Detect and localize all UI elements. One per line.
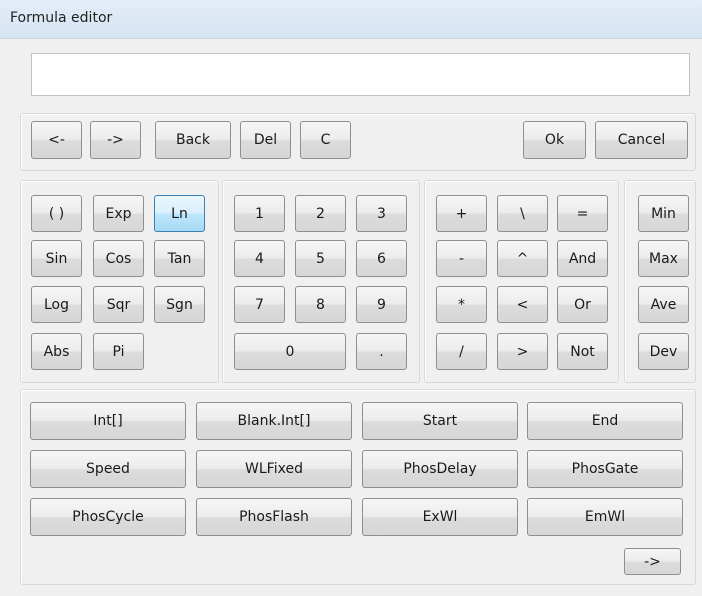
and-button[interactable]: And xyxy=(557,240,608,277)
digit-3-button[interactable]: 3 xyxy=(356,195,407,232)
greater-than-button[interactable]: > xyxy=(497,333,548,370)
next-page-button[interactable]: -> xyxy=(624,548,681,575)
equals-button[interactable]: = xyxy=(557,195,608,232)
digit-8-button[interactable]: 8 xyxy=(295,286,346,323)
dev-button[interactable]: Dev xyxy=(638,333,689,370)
less-than-button[interactable]: < xyxy=(497,286,548,323)
cancel-button[interactable]: Cancel xyxy=(595,121,688,159)
clear-button[interactable]: C xyxy=(300,121,351,159)
digit-2-button[interactable]: 2 xyxy=(295,195,346,232)
wlfixed-button[interactable]: WLFixed xyxy=(196,450,352,488)
phosflash-button[interactable]: PhosFlash xyxy=(196,498,352,536)
int-button[interactable]: Int[] xyxy=(30,402,186,440)
ave-button[interactable]: Ave xyxy=(638,286,689,323)
tan-button[interactable]: Tan xyxy=(154,240,205,277)
window-title: Formula editor xyxy=(10,10,113,26)
abs-button[interactable]: Abs xyxy=(31,333,82,370)
digit-5-button[interactable]: 5 xyxy=(295,240,346,277)
digit-7-button[interactable]: 7 xyxy=(234,286,285,323)
digit-4-button[interactable]: 4 xyxy=(234,240,285,277)
pi-button[interactable]: Pi xyxy=(93,333,144,370)
start-button[interactable]: Start xyxy=(362,402,518,440)
digit-0-button[interactable]: 0 xyxy=(234,333,346,370)
divide-button[interactable]: / xyxy=(436,333,487,370)
paren-button[interactable]: ( ) xyxy=(31,195,82,232)
cursor-right-button[interactable]: -> xyxy=(90,121,141,159)
ok-button[interactable]: Ok xyxy=(523,121,586,159)
min-button[interactable]: Min xyxy=(638,195,689,232)
or-button[interactable]: Or xyxy=(557,286,608,323)
phosdelay-button[interactable]: PhosDelay xyxy=(362,450,518,488)
max-button[interactable]: Max xyxy=(638,240,689,277)
back-button[interactable]: Back xyxy=(155,121,231,159)
digit-9-button[interactable]: 9 xyxy=(356,286,407,323)
end-button[interactable]: End xyxy=(527,402,683,440)
power-button[interactable]: ^ xyxy=(497,240,548,277)
speed-button[interactable]: Speed xyxy=(30,450,186,488)
plus-button[interactable]: + xyxy=(436,195,487,232)
multiply-button[interactable]: * xyxy=(436,286,487,323)
ln-button[interactable]: Ln xyxy=(154,195,205,232)
sin-button[interactable]: Sin xyxy=(31,240,82,277)
sgn-button[interactable]: Sgn xyxy=(154,286,205,323)
blank-int-button[interactable]: Blank.Int[] xyxy=(196,402,352,440)
exp-button[interactable]: Exp xyxy=(93,195,144,232)
cos-button[interactable]: Cos xyxy=(93,240,144,277)
not-button[interactable]: Not xyxy=(557,333,608,370)
cursor-left-button[interactable]: <- xyxy=(31,121,82,159)
phoscycle-button[interactable]: PhosCycle xyxy=(30,498,186,536)
log-button[interactable]: Log xyxy=(31,286,82,323)
del-button[interactable]: Del xyxy=(240,121,291,159)
formula-input[interactable] xyxy=(31,53,690,96)
title-bar: Formula editor xyxy=(0,0,702,39)
emwl-button[interactable]: EmWl xyxy=(527,498,683,536)
minus-button[interactable]: - xyxy=(436,240,487,277)
phosgate-button[interactable]: PhosGate xyxy=(527,450,683,488)
sqr-button[interactable]: Sqr xyxy=(93,286,144,323)
backslash-button[interactable]: \ xyxy=(497,195,548,232)
digit-6-button[interactable]: 6 xyxy=(356,240,407,277)
digit-1-button[interactable]: 1 xyxy=(234,195,285,232)
exwl-button[interactable]: ExWl xyxy=(362,498,518,536)
decimal-point-button[interactable]: . xyxy=(356,333,407,370)
